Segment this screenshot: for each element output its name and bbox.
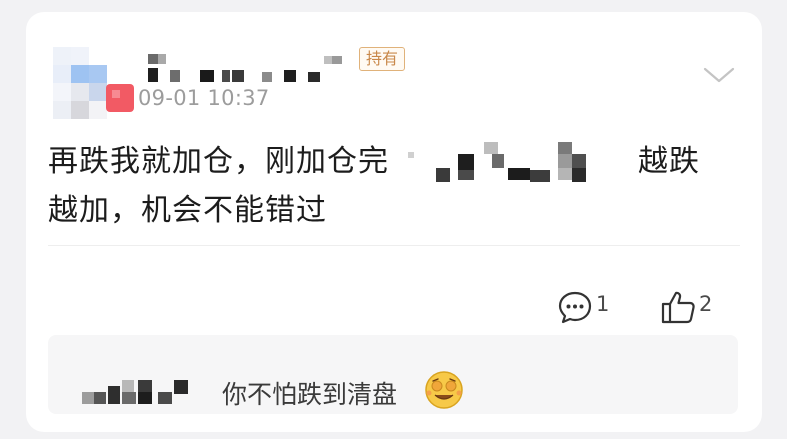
reply-username-redacted bbox=[82, 380, 188, 404]
divider bbox=[48, 245, 740, 246]
thumbs-up-icon[interactable] bbox=[659, 288, 697, 326]
redacted-text bbox=[408, 142, 586, 182]
money-eyes-emoji-icon bbox=[425, 371, 463, 409]
vip-icon bbox=[106, 84, 134, 112]
post-timestamp: 09-01 10:37 bbox=[138, 86, 270, 110]
comment-bubble-icon[interactable] bbox=[557, 289, 593, 325]
post-text-line1: 再跌我就加仓，刚加仓完 bbox=[48, 144, 389, 179]
chevron-down-icon[interactable] bbox=[701, 60, 737, 90]
username-redacted[interactable] bbox=[144, 52, 356, 90]
holding-badge: 持有 bbox=[359, 47, 406, 71]
post-text-line2: 越加，机会不能错过 bbox=[48, 193, 327, 228]
post-card: 持有 09-01 10:37 再跌我就加仓，刚加仓完 越跌 越加，机会不能错过 … bbox=[26, 12, 762, 432]
comment-count: 1 bbox=[596, 292, 610, 316]
post-text-line1-tail: 越跌 bbox=[638, 144, 700, 179]
reply-preview[interactable]: 你不怕跌到清盘 bbox=[48, 335, 738, 414]
reply-text: 你不怕跌到清盘 bbox=[222, 380, 398, 409]
like-count: 2 bbox=[699, 292, 713, 316]
